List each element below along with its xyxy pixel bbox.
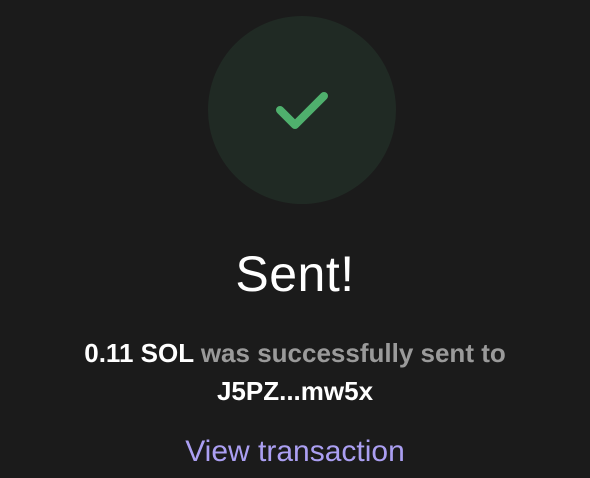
success-badge	[208, 16, 396, 204]
send-success-screen: Sent! 0.11 SOL was successfully sent to …	[0, 0, 590, 478]
page-title: Sent!	[235, 246, 355, 302]
success-message: 0.11 SOL was successfully sent to J5PZ..…	[20, 334, 570, 410]
checkmark-icon	[274, 88, 330, 132]
sent-amount: 0.11 SOL	[84, 338, 194, 368]
message-text: was successfully sent to	[193, 338, 506, 368]
view-transaction-link[interactable]: View transaction	[0, 430, 590, 474]
recipient-address: J5PZ...mw5x	[216, 376, 374, 406]
